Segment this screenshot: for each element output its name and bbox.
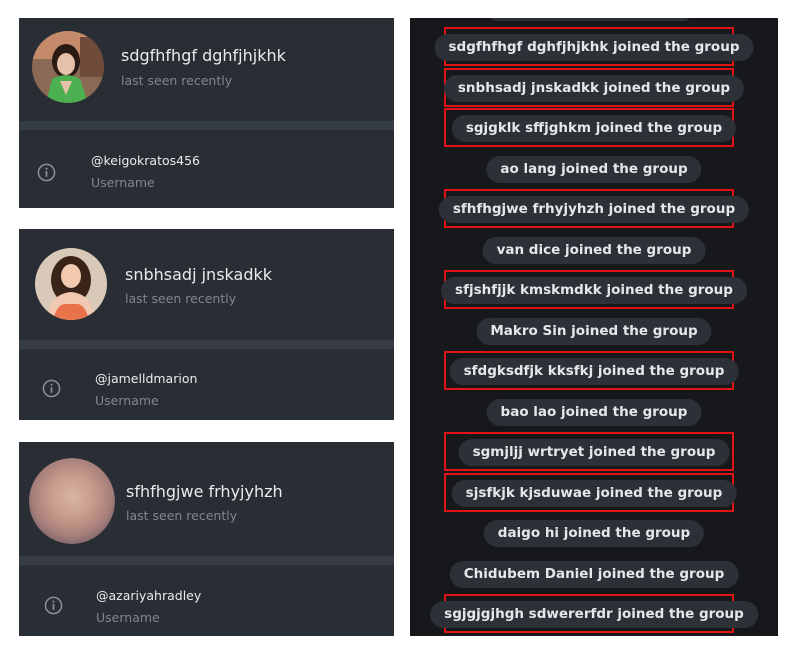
join-notice-pill[interactable]: sgjgklk sffjghkm joined the group	[451, 115, 737, 142]
profile-header: sfhfhgjwe frhyjyhzh last seen recently	[19, 442, 394, 545]
join-notice-pill[interactable]: sfdgksdfjk kksfkj joined the group	[449, 358, 739, 385]
info-icon	[44, 596, 63, 615]
profile-name: sdgfhfhgf dghfjhjkhk	[121, 46, 286, 65]
avatar[interactable]	[32, 31, 104, 103]
join-notice-pill[interactable]: sjsfkjk kjsduwae joined the group	[451, 479, 737, 507]
username-label: Username	[91, 175, 155, 190]
join-notice-pill[interactable]: sgjgjgjhgh sdwererfdr joined the group	[430, 601, 758, 628]
profile-card: sfhfhgjwe frhyjyhzh last seen recently @…	[19, 442, 394, 636]
profile-header: sdgfhfhgf dghfjhjkhk last seen recently	[19, 18, 394, 121]
join-notice-pill[interactable]: bao lao joined the group	[486, 398, 702, 426]
last-seen-status: last seen recently	[125, 291, 237, 306]
join-notice-pill[interactable]: snbhsadj jnskadkk joined the group	[443, 74, 745, 102]
join-notice-pill[interactable]: daigo hi joined the group	[483, 520, 705, 547]
join-notice-pill[interactable]: sgmjljj wrtryet joined the group	[458, 439, 730, 466]
avatar-blurred-photo-icon	[29, 458, 115, 544]
profile-card: snbhsadj jnskadkk last seen recently @ja…	[19, 229, 394, 420]
profile-card: sdgfhfhgf dghfjhjkhk last seen recently …	[19, 18, 394, 208]
username-label: Username	[95, 393, 159, 408]
profile-name: snbhsadj jnskadkk	[125, 265, 272, 284]
join-notice-pill[interactable]: sdgfhfhgf dghfjhjkhk joined the group	[434, 34, 754, 61]
info-icon	[37, 163, 56, 182]
username-value[interactable]: @azariyahradley	[96, 588, 201, 603]
join-notice-pill[interactable]: Chidubem Daniel joined the group	[449, 560, 739, 588]
avatar-photo-icon	[32, 31, 104, 103]
join-notice-pill[interactable]: van dice joined the group	[482, 236, 706, 264]
section-divider	[19, 340, 394, 349]
join-notice-pill[interactable]: sfhfhgjwe frhyjyhzh joined the group	[438, 196, 750, 223]
join-notice-pill[interactable]: sfjshfjjk kmskmdkk joined the group	[441, 277, 747, 304]
chat-service-messages[interactable]: sdgfhfhgf dghfjhjkhk joined the group snb…	[410, 18, 778, 636]
username-value[interactable]: @jamelldmarion	[95, 371, 197, 386]
section-divider	[19, 556, 394, 565]
join-notice-pill[interactable]: Makro Sin joined the group	[476, 317, 712, 345]
last-seen-status: last seen recently	[126, 508, 238, 523]
info-icon	[42, 379, 61, 398]
avatar-photo-icon	[35, 248, 107, 320]
profile-header: snbhsadj jnskadkk last seen recently	[19, 229, 394, 332]
profile-name: sfhfhgjwe frhyjyhzh	[126, 482, 283, 501]
section-divider	[19, 121, 394, 130]
join-notice-pill[interactable]: ao lang joined the group	[486, 155, 702, 183]
username-label: Username	[96, 610, 160, 625]
last-seen-status: last seen recently	[121, 73, 233, 88]
avatar[interactable]	[29, 458, 115, 544]
previous-message-edge	[490, 18, 690, 21]
username-value[interactable]: @keigokratos456	[91, 153, 200, 168]
avatar[interactable]	[35, 248, 107, 320]
